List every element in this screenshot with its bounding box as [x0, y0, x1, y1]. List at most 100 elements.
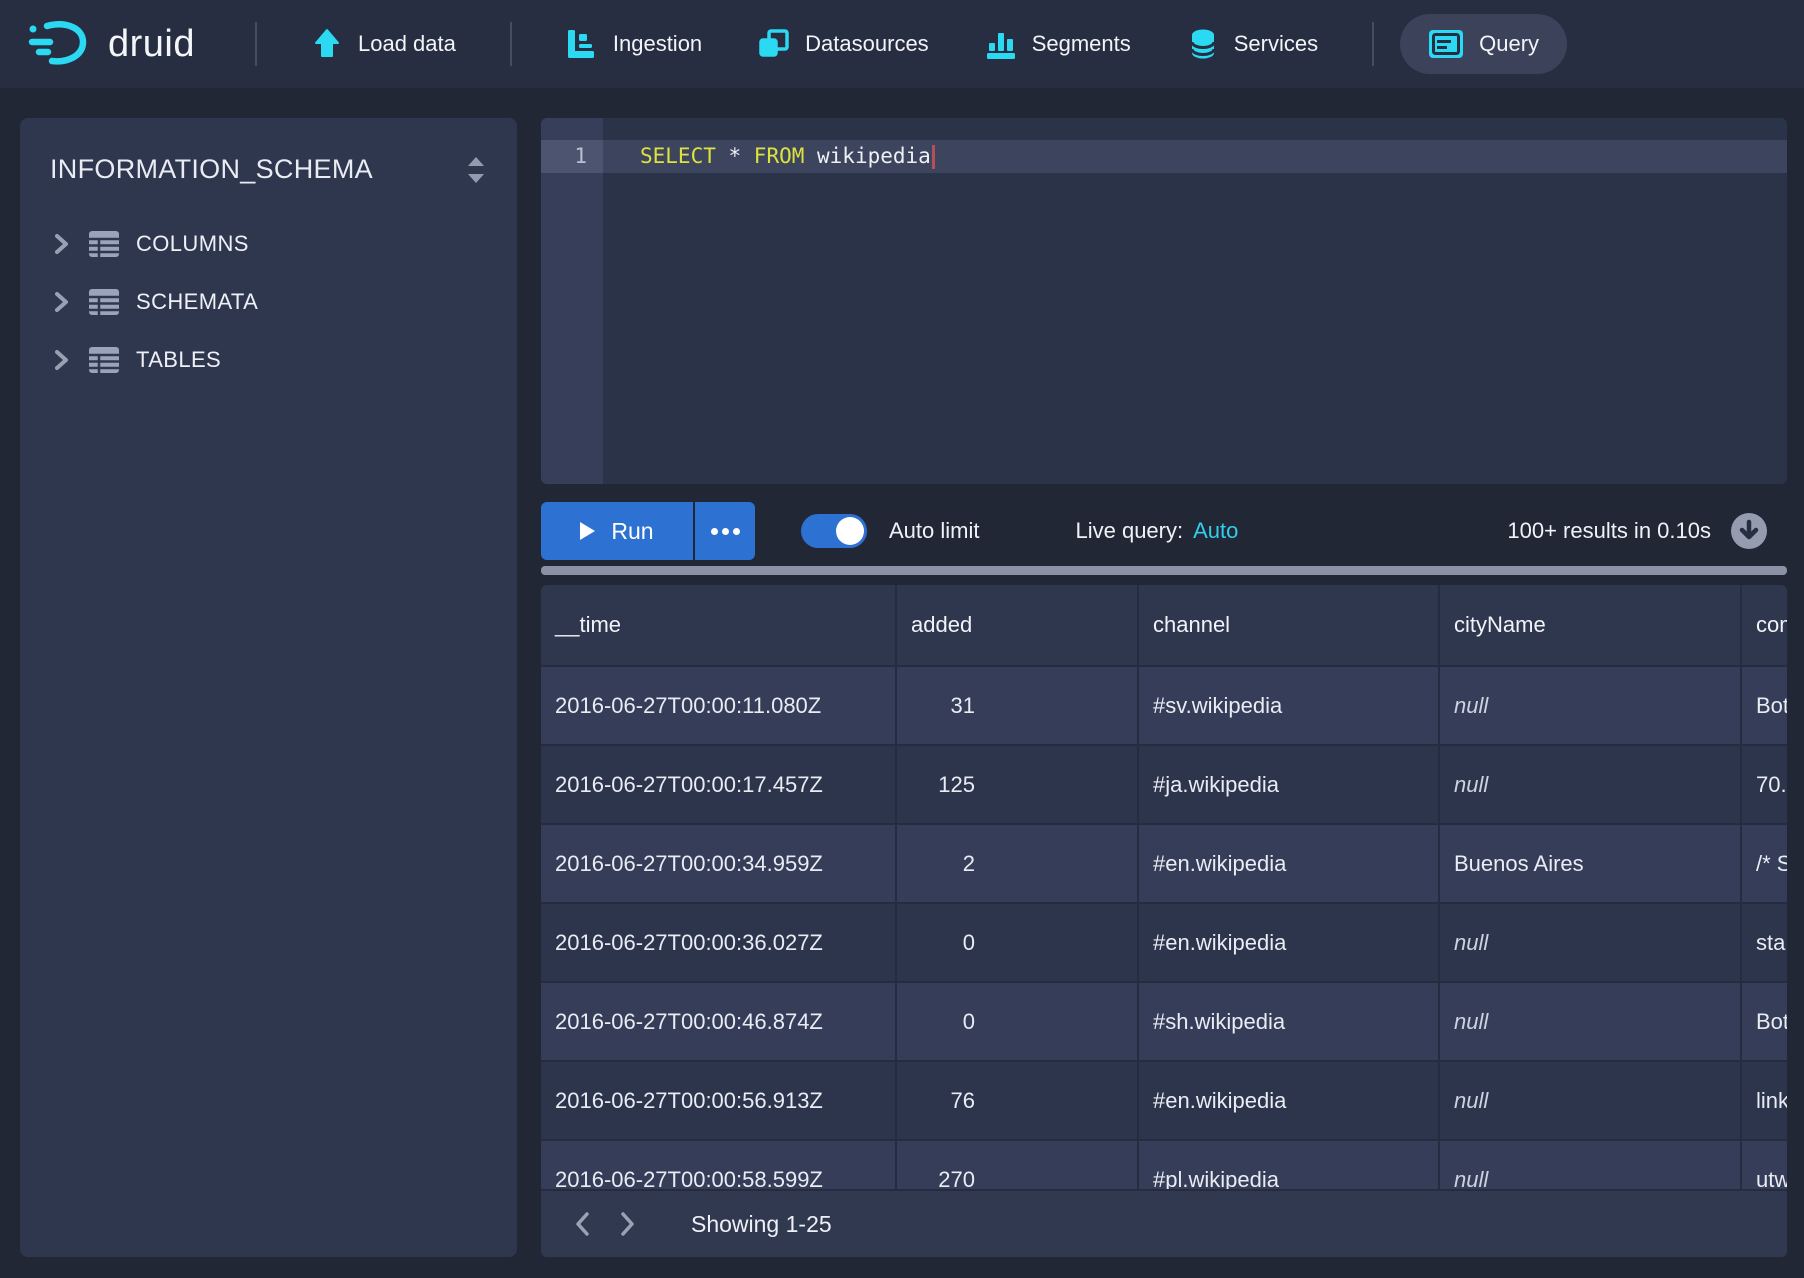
- nav-item-label: Datasources: [805, 31, 929, 57]
- download-icon[interactable]: [1729, 511, 1769, 551]
- druid-brand[interactable]: druid: [28, 19, 195, 69]
- cell-comment[interactable]: link: [1742, 1062, 1787, 1139]
- cell-added[interactable]: 76: [897, 1062, 1139, 1139]
- toggle-knob: [836, 517, 864, 545]
- cell-cityName[interactable]: null: [1440, 904, 1742, 981]
- nav-item-services[interactable]: Services: [1159, 14, 1346, 74]
- table-row: 2016-06-27T00:00:36.027Z0#en.wikipedianu…: [541, 904, 1787, 983]
- sql-keyword: SELECT: [640, 144, 716, 168]
- table-row: 2016-06-27T00:00:11.080Z31#sv.wikipedian…: [541, 667, 1787, 746]
- tree-item-label: TABLES: [136, 347, 221, 373]
- table-row: 2016-06-27T00:00:17.457Z125#ja.wikipedia…: [541, 746, 1787, 825]
- previous-page-button[interactable]: [561, 1202, 605, 1246]
- pagination-bar: Showing 1-25: [541, 1189, 1787, 1257]
- cell-comment[interactable]: sta: [1742, 904, 1787, 981]
- column-header-comment[interactable]: comment: [1742, 585, 1787, 665]
- column-header-cityName[interactable]: cityName: [1440, 585, 1742, 665]
- showing-range-label: Showing 1-25: [691, 1211, 832, 1238]
- chevron-left-icon: [572, 1210, 594, 1238]
- cell-cityName[interactable]: null: [1440, 983, 1742, 1060]
- nav-item-datasources[interactable]: Datasources: [730, 14, 957, 74]
- tree-item-schemata[interactable]: SCHEMATA: [20, 273, 517, 331]
- results-table-panel: __timeaddedchannelcityNamecomment 2016-0…: [541, 585, 1787, 1257]
- more-options-icon: [733, 528, 740, 535]
- play-icon: [580, 522, 595, 540]
- horizontal-scrollbar[interactable]: [541, 566, 1787, 575]
- cell-comment[interactable]: Bot: [1742, 667, 1787, 744]
- cell-__time[interactable]: 2016-06-27T00:00:36.027Z: [541, 904, 897, 981]
- cell-cityName[interactable]: null: [1440, 746, 1742, 823]
- cell-channel[interactable]: #sv.wikipedia: [1139, 667, 1440, 744]
- cell-added[interactable]: 31: [897, 667, 1139, 744]
- cell-cityName[interactable]: Buenos Aires: [1440, 825, 1742, 902]
- nav-item-label: Segments: [1032, 31, 1131, 57]
- cell-__time[interactable]: 2016-06-27T00:00:11.080Z: [541, 667, 897, 744]
- cell-channel[interactable]: #ja.wikipedia: [1139, 746, 1440, 823]
- chevron-right-icon: [50, 232, 72, 256]
- cell-added[interactable]: 0: [897, 983, 1139, 1060]
- cell-cityName[interactable]: null: [1440, 1062, 1742, 1139]
- chevron-right-icon: [50, 348, 72, 372]
- cell-added[interactable]: 2: [897, 825, 1139, 902]
- cell-comment[interactable]: 70.: [1742, 746, 1787, 823]
- auto-limit-toggle[interactable]: [801, 514, 867, 548]
- table-row: 2016-06-27T00:00:46.874Z0#sh.wikipedianu…: [541, 983, 1787, 1062]
- nav-item-query[interactable]: Query: [1400, 14, 1567, 74]
- nav-item-segments[interactable]: Segments: [957, 14, 1159, 74]
- table-row: 2016-06-27T00:00:34.959Z2#en.wikipediaBu…: [541, 825, 1787, 904]
- nav-item-label: Services: [1234, 31, 1318, 57]
- cell-channel[interactable]: #en.wikipedia: [1139, 1062, 1440, 1139]
- segments-bars-icon: [985, 28, 1017, 60]
- table-icon: [88, 346, 120, 374]
- chevron-right-icon: [616, 1210, 638, 1238]
- tree-item-tables[interactable]: TABLES: [20, 331, 517, 389]
- schema-selector[interactable]: INFORMATION_SCHEMA: [20, 118, 517, 201]
- cell-added[interactable]: 0: [897, 904, 1139, 981]
- column-header-__time[interactable]: __time: [541, 585, 897, 665]
- cell-__time[interactable]: 2016-06-27T00:00:56.913Z: [541, 1062, 897, 1139]
- table-row: 2016-06-27T00:00:56.913Z76#en.wikipedian…: [541, 1062, 1787, 1141]
- cell-added[interactable]: 125: [897, 746, 1139, 823]
- schema-tree: COLUMNS SCHEMATA: [20, 215, 517, 389]
- druid-logo-icon: [28, 19, 94, 69]
- cell-__time[interactable]: 2016-06-27T00:00:46.874Z: [541, 983, 897, 1060]
- next-page-button[interactable]: [605, 1202, 649, 1246]
- cell-channel[interactable]: #en.wikipedia: [1139, 825, 1440, 902]
- cell-channel[interactable]: #en.wikipedia: [1139, 904, 1440, 981]
- nav-item-label: Ingestion: [613, 31, 702, 57]
- table-icon: [88, 288, 120, 316]
- brand-name: druid: [108, 23, 195, 66]
- nav-item-label: Query: [1479, 31, 1539, 57]
- live-query-label: Live query:: [1075, 518, 1183, 544]
- sql-editor[interactable]: 1 SELECT * FROM wikipedia: [541, 118, 1787, 484]
- top-navbar: druid Load data Ingestion Datasources: [0, 0, 1804, 88]
- live-query-value[interactable]: Auto: [1193, 518, 1238, 544]
- cell-comment[interactable]: /* S: [1742, 825, 1787, 902]
- sql-star: *: [716, 144, 754, 168]
- run-button-label: Run: [611, 518, 653, 545]
- datasources-layers-icon: [758, 28, 790, 60]
- tree-item-columns[interactable]: COLUMNS: [20, 215, 517, 273]
- nav-item-ingestion[interactable]: Ingestion: [538, 14, 730, 74]
- nav-item-label: Load data: [358, 31, 456, 57]
- navbar-divider: [1372, 22, 1374, 66]
- tree-item-label: COLUMNS: [136, 231, 249, 257]
- auto-limit-label: Auto limit: [889, 518, 979, 544]
- sql-text[interactable]: SELECT * FROM wikipedia: [640, 140, 935, 173]
- run-controls-bar: Run Auto limit Live query: Auto 100+ res…: [541, 501, 1787, 561]
- cell-__time[interactable]: 2016-06-27T00:00:34.959Z: [541, 825, 897, 902]
- run-more-options-button[interactable]: [695, 502, 755, 560]
- ingestion-chart-icon: [566, 28, 598, 60]
- cell-cityName[interactable]: null: [1440, 667, 1742, 744]
- double-caret-icon: [463, 155, 489, 185]
- results-summary: 100+ results in 0.10s: [1507, 518, 1711, 544]
- run-button[interactable]: Run: [541, 502, 693, 560]
- nav-item-load-data[interactable]: Load data: [283, 14, 484, 74]
- column-header-added[interactable]: added: [897, 585, 1139, 665]
- cell-comment[interactable]: Bot: [1742, 983, 1787, 1060]
- sql-keyword: FROM: [754, 144, 805, 168]
- cell-channel[interactable]: #sh.wikipedia: [1139, 983, 1440, 1060]
- cell-__time[interactable]: 2016-06-27T00:00:17.457Z: [541, 746, 897, 823]
- column-header-channel[interactable]: channel: [1139, 585, 1440, 665]
- table-icon: [88, 230, 120, 258]
